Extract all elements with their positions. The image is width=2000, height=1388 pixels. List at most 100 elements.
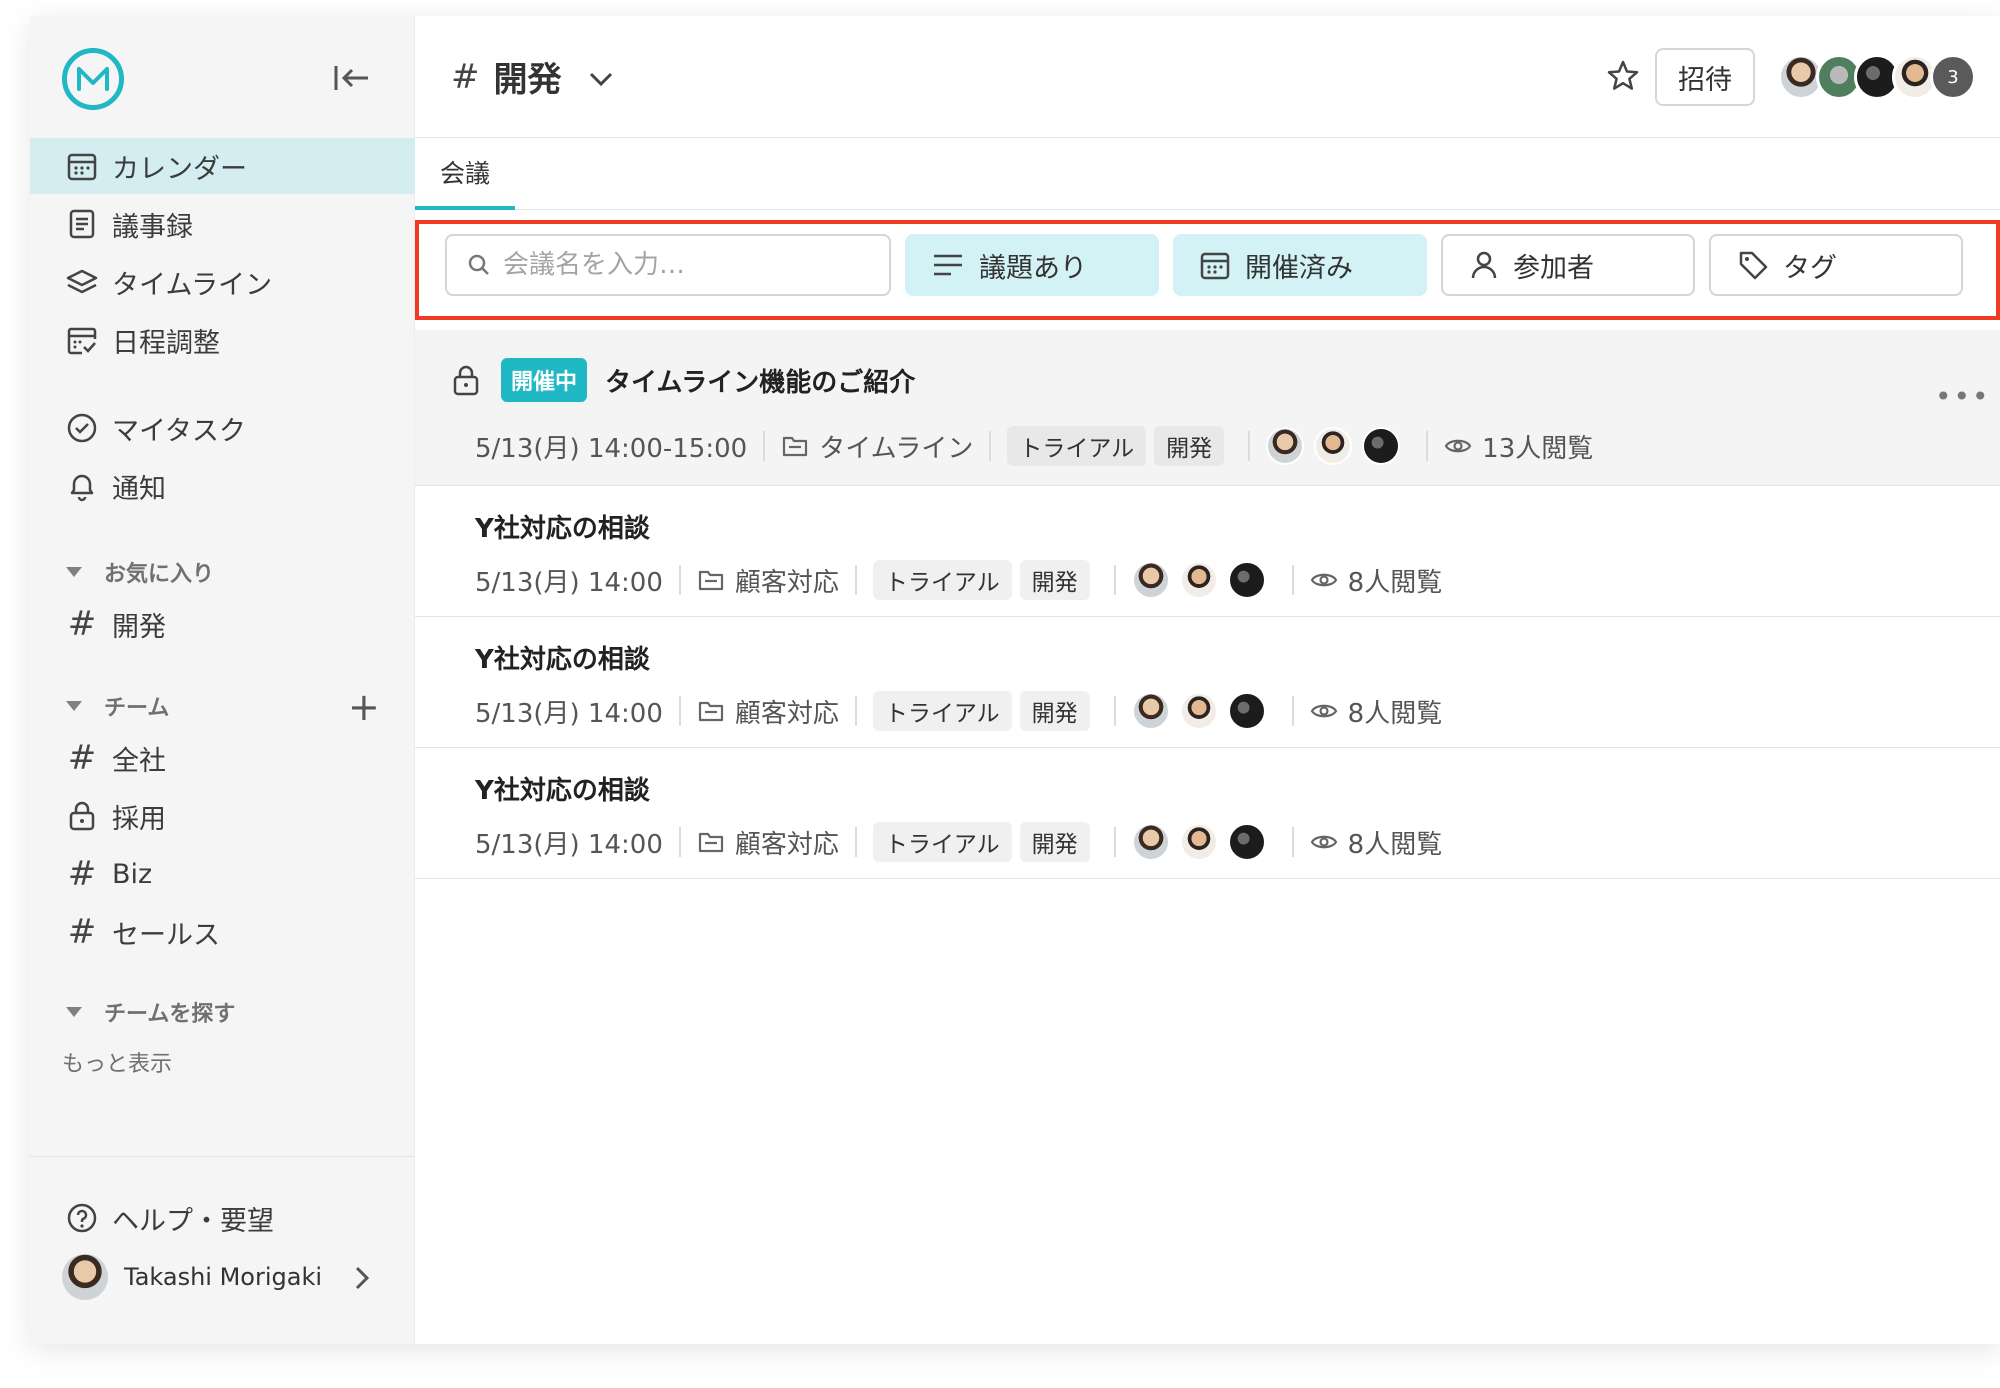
avatar xyxy=(1179,692,1218,730)
person-icon xyxy=(1469,249,1499,281)
eye-icon xyxy=(1310,570,1338,590)
filter-label: 開催済み xyxy=(1245,252,1353,284)
folder-icon xyxy=(781,434,809,458)
meeting-meta: 5/13(月) 14:00 顧客対応 トライアル 開発 8人閲覧 xyxy=(475,822,1442,862)
filter-label: 参加者 xyxy=(1513,252,1594,284)
view-count: 8人閲覧 xyxy=(1347,698,1443,729)
filter-bar: 議題あり 開催済み 参加者 タグ xyxy=(415,220,2000,320)
app-logo[interactable] xyxy=(62,48,124,110)
sidebar-item-team-biz[interactable]: # Biz xyxy=(30,846,415,902)
sidebar-item-scheduling[interactable]: 日程調整 xyxy=(30,312,415,368)
chevron-down-icon[interactable] xyxy=(588,57,614,97)
member-avatars[interactable]: 3 xyxy=(1778,54,1976,100)
user-name: Takashi Morigaki xyxy=(124,1263,323,1291)
meeting-row[interactable]: Y社対応の相談 5/13(月) 14:00 顧客対応 トライアル 開発 8人閲覧 xyxy=(415,748,2000,879)
check-circle-icon xyxy=(62,408,102,448)
sidebar-item-minutes[interactable]: 議事録 xyxy=(30,196,415,252)
meeting-row[interactable]: Y社対応の相談 5/13(月) 14:00 顧客対応 トライアル 開発 8人閲覧 xyxy=(415,617,2000,748)
caret-down-icon xyxy=(66,567,82,577)
meeting-folder: 顧客対応 xyxy=(734,567,839,598)
more-options-icon[interactable]: ••• xyxy=(1935,380,1991,413)
divider xyxy=(678,696,681,726)
hash-icon: # xyxy=(67,854,97,894)
tab-meetings[interactable]: 会議 xyxy=(415,138,515,210)
meeting-row[interactable]: 開催中 タイムライン機能のご紹介 5/13(月) 14:00-15:00 タイム… xyxy=(415,330,2000,486)
help-link[interactable]: ヘルプ・要望 xyxy=(30,1190,415,1246)
help-label: ヘルプ・要望 xyxy=(112,1205,274,1237)
divider xyxy=(854,827,857,857)
meeting-search[interactable] xyxy=(445,234,891,296)
meeting-datetime: 5/13(月) 14:00 xyxy=(475,829,663,860)
top-bar: # 開発 招待 3 xyxy=(415,16,2000,138)
meeting-title: Y社対応の相談 xyxy=(475,645,650,675)
divider xyxy=(1113,565,1116,595)
teams-section-toggle[interactable]: チーム xyxy=(66,690,169,722)
sidebar-item-label: カレンダー xyxy=(112,153,247,185)
tag-chip[interactable]: 開発 xyxy=(1154,426,1225,466)
meeting-folder: 顧客対応 xyxy=(734,829,839,860)
calendar-icon xyxy=(62,146,102,186)
hash-icon: # xyxy=(451,56,480,97)
filter-held-button[interactable]: 開催済み xyxy=(1173,234,1427,296)
show-more-link[interactable]: もっと表示 xyxy=(62,1046,172,1078)
sidebar-item-team-all[interactable]: # 全社 xyxy=(30,730,415,786)
tag-chip[interactable]: トライアル xyxy=(872,560,1012,600)
eye-icon xyxy=(1310,832,1338,852)
filter-agenda-button[interactable]: 議題あり xyxy=(905,234,1159,296)
sidebar-item-timeline[interactable]: タイムライン xyxy=(30,254,415,310)
user-menu[interactable]: Takashi Morigaki xyxy=(62,1254,322,1300)
calendar-icon xyxy=(1199,249,1231,281)
folder-icon xyxy=(697,568,725,592)
meeting-title: Y社対応の相談 xyxy=(475,514,650,544)
sidebar-item-label: 日程調整 xyxy=(112,327,220,359)
divider xyxy=(854,696,857,726)
collapse-sidebar-icon[interactable] xyxy=(330,56,374,100)
divider xyxy=(763,431,766,461)
sidebar-item-calendar[interactable]: カレンダー xyxy=(30,138,415,194)
filter-tags-button[interactable]: タグ xyxy=(1709,234,1963,296)
channel-title[interactable]: # 開発 xyxy=(451,52,614,101)
sidebar-item-my-tasks[interactable]: マイタスク xyxy=(30,400,415,456)
divider xyxy=(1248,431,1251,461)
sidebar-item-label: マイタスク xyxy=(112,415,246,447)
favorites-section-toggle[interactable]: お気に入り xyxy=(66,556,214,588)
star-icon[interactable] xyxy=(1605,58,1641,98)
tag-chip[interactable]: トライアル xyxy=(872,822,1012,862)
chevron-right-icon[interactable] xyxy=(352,1264,372,1296)
sidebar-item-notifications[interactable]: 通知 xyxy=(30,458,415,514)
avatar xyxy=(1131,692,1170,730)
avatar xyxy=(1314,427,1353,465)
find-teams-toggle[interactable]: チームを探す xyxy=(66,996,235,1028)
meeting-folder: 顧客対応 xyxy=(734,698,839,729)
sidebar-item-team-sales[interactable]: # セールス xyxy=(30,904,415,960)
divider xyxy=(1291,565,1294,595)
avatar xyxy=(1227,692,1266,730)
tag-chip[interactable]: 開発 xyxy=(1019,822,1090,862)
folder-icon xyxy=(697,699,725,723)
sidebar-item-dev-favorite[interactable]: # 開発 xyxy=(30,596,415,652)
divider xyxy=(1426,431,1429,461)
tag-chip[interactable]: 開発 xyxy=(1019,560,1090,600)
meeting-row[interactable]: Y社対応の相談 5/13(月) 14:00 顧客対応 トライアル 開発 8人閲覧 xyxy=(415,486,2000,617)
meeting-datetime: 5/13(月) 14:00-15:00 xyxy=(475,433,748,464)
avatar xyxy=(1131,823,1170,861)
tag-chip[interactable]: トライアル xyxy=(872,691,1012,731)
lines-icon xyxy=(931,251,965,279)
divider xyxy=(989,431,992,461)
sidebar-item-label: 全社 xyxy=(112,745,166,777)
sidebar-item-team-hiring[interactable]: 採用 xyxy=(30,788,415,844)
divider xyxy=(678,827,681,857)
divider xyxy=(678,565,681,595)
tag-icon xyxy=(1737,249,1769,281)
meeting-meta: 5/13(月) 14:00 顧客対応 トライアル 開発 8人閲覧 xyxy=(475,691,1442,731)
search-input[interactable] xyxy=(503,250,863,280)
main-panel: # 開発 招待 3 会議 会議名を入力… 議題あり 開催済み 参加者 タグ 開催… xyxy=(415,16,2000,1344)
filter-participants-button[interactable]: 参加者 xyxy=(1441,234,1695,296)
invite-button[interactable]: 招待 xyxy=(1655,48,1755,106)
tag-chip[interactable]: 開発 xyxy=(1019,691,1090,731)
schedule-icon xyxy=(62,320,102,360)
add-team-button[interactable]: + xyxy=(348,688,380,726)
folder-icon xyxy=(697,830,725,854)
tag-chip[interactable]: トライアル xyxy=(1007,426,1147,466)
avatar xyxy=(1131,561,1170,599)
